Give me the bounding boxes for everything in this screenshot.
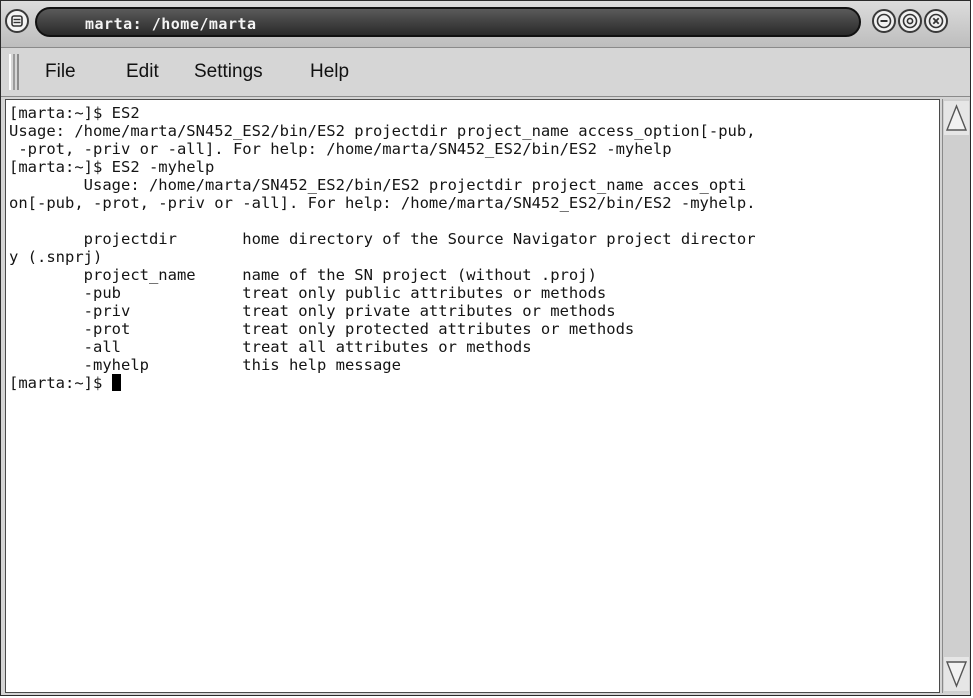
terminal-line: -myhelp this help message [9,356,401,374]
terminal-line: Usage: /home/marta/SN452_ES2/bin/ES2 pro… [9,176,747,194]
vertical-scrollbar[interactable] [942,99,970,693]
menu-help[interactable]: Help [310,62,349,82]
scroll-down-arrow-icon[interactable] [944,657,969,691]
terminal-line: [marta:~]$ ES2 -myhelp [9,158,215,176]
terminal-line: -prot treat only protected attributes or… [9,320,635,338]
title-pill: marta: /home/marta [35,7,861,37]
terminal-line: -priv treat only private attributes or m… [9,302,616,320]
title-bar[interactable]: marta: /home/marta [1,1,970,48]
window-title: marta: /home/marta [85,15,257,33]
scroll-up-arrow-icon[interactable] [944,101,969,135]
terminal-prompt-line[interactable]: [marta:~]$ [9,374,121,392]
window-menu-icon[interactable] [5,9,29,33]
terminal-line: projectdir home directory of the Source … [9,230,756,248]
terminal-line: -prot, -priv or -all]. For help: /home/m… [9,140,672,158]
terminal-line: Usage: /home/marta/SN452_ES2/bin/ES2 pro… [9,122,756,140]
close-icon[interactable] [924,9,948,33]
menu-edit[interactable]: Edit [126,62,159,82]
text-cursor [111,374,121,391]
terminal-window: marta: /home/marta File Edit Settings He… [0,0,971,696]
terminal-line: y (.snprj) [9,248,103,266]
menubar-grip-handle[interactable] [9,54,19,90]
terminal-prompt: [marta:~]$ [9,374,112,392]
terminal-line: on[-pub, -prot, -priv or -all]. For help… [9,194,756,212]
terminal-line: project_name name of the SN project (wit… [9,266,597,284]
menu-bar: File Edit Settings Help [1,48,970,97]
terminal-line: [marta:~]$ ES2 [9,104,140,122]
maximize-icon[interactable] [898,9,922,33]
terminal-output[interactable]: [marta:~]$ ES2 Usage: /home/marta/SN452_… [5,99,940,693]
terminal-line: -pub treat only public attributes or met… [9,284,607,302]
menu-settings[interactable]: Settings [194,62,263,82]
minimize-icon[interactable] [872,9,896,33]
menu-file[interactable]: File [45,62,76,82]
terminal-line: -all treat all attributes or methods [9,338,532,356]
